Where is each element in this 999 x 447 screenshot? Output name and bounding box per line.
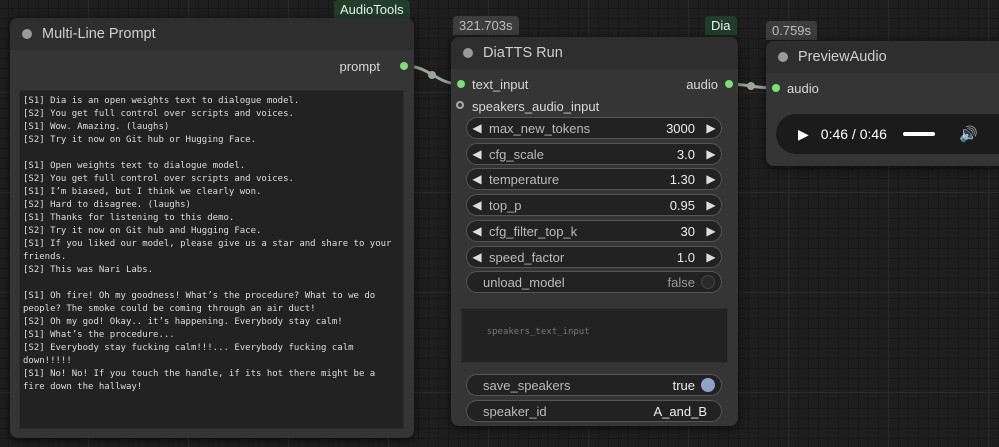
input-slot-text-input[interactable]	[457, 80, 465, 88]
widget-value: 1.30	[669, 171, 695, 187]
widget-label: speed_factor	[489, 249, 565, 265]
collapse-dot[interactable]	[22, 29, 32, 39]
collapse-dot[interactable]	[463, 48, 473, 58]
output-label-audio: audio	[686, 77, 718, 92]
audio-time: 0:46 / 0:46	[820, 126, 887, 142]
execution-time-badge: 321.703s	[453, 16, 519, 35]
decrement-arrow-icon[interactable]: ◀	[467, 172, 487, 186]
play-icon[interactable]: ▶	[798, 126, 809, 143]
multiline-prompt-node[interactable]: Multi-Line Prompt prompt [S1] Dia is an …	[10, 18, 414, 438]
increment-arrow-icon[interactable]: ▶	[701, 172, 721, 186]
node-header[interactable]: Multi-Line Prompt	[10, 18, 414, 50]
widget-label: speaker_id	[483, 403, 547, 419]
textarea-placeholder: speakers_text_input	[486, 327, 590, 337]
audio-player[interactable]: ▶ 0:46 / 0:46 🔊	[776, 114, 999, 154]
node-header[interactable]: PreviewAudio	[766, 41, 999, 73]
node-title: Multi-Line Prompt	[42, 26, 156, 42]
number-widget-cfg-filter-top-k[interactable]: ◀ cfg_filter_top_k 30 ▶	[466, 220, 722, 242]
speakers-text-input[interactable]: speakers_text_input	[461, 308, 728, 363]
output-slot-prompt[interactable]	[400, 62, 408, 70]
increment-arrow-icon[interactable]: ▶	[701, 224, 721, 238]
node-source-badge: Dia	[705, 16, 737, 35]
toggle-save-speakers[interactable]: save_speakers true	[466, 374, 722, 396]
collapse-dot[interactable]	[778, 52, 788, 62]
input-slot-speakers-audio[interactable]	[456, 101, 464, 109]
increment-arrow-icon[interactable]: ▶	[701, 250, 721, 264]
input-label-text-input: text_input	[472, 77, 529, 92]
link-midpoint	[428, 71, 436, 79]
volume-icon[interactable]: 🔊	[959, 125, 978, 143]
widget-value: 0.95	[669, 197, 695, 213]
widget-label: unload_model	[483, 274, 565, 290]
number-widget-top-p[interactable]: ◀ top_p 0.95 ▶	[466, 194, 722, 216]
decrement-arrow-icon[interactable]: ◀	[467, 250, 487, 264]
widget-label: cfg_scale	[489, 146, 544, 162]
decrement-arrow-icon[interactable]: ◀	[467, 121, 487, 135]
output-label-prompt: prompt	[339, 59, 380, 74]
node-source-badge: AudioTools	[334, 0, 410, 19]
toggle-on-icon	[701, 378, 715, 392]
widget-value: 3.0	[676, 146, 695, 162]
text-widget-speaker-id[interactable]: speaker_id A_and_B	[466, 400, 722, 422]
increment-arrow-icon[interactable]: ▶	[701, 147, 721, 161]
input-label-speakers-audio: speakers_audio_input	[472, 99, 600, 114]
increment-arrow-icon[interactable]: ▶	[701, 198, 721, 212]
decrement-arrow-icon[interactable]: ◀	[467, 147, 487, 161]
toggle-off-icon	[701, 275, 715, 289]
input-slot-audio[interactable]	[772, 84, 780, 92]
number-widget-speed-factor[interactable]: ◀ speed_factor 1.0 ▶	[466, 246, 722, 268]
input-label-audio: audio	[787, 81, 819, 96]
widget-label: save_speakers	[483, 377, 571, 393]
node-title: DiaTTS Run	[483, 45, 563, 61]
widget-value: 1.0	[676, 249, 695, 265]
decrement-arrow-icon[interactable]: ◀	[467, 198, 487, 212]
diatts-run-node[interactable]: DiaTTS Run text_input audio speakers_aud…	[451, 37, 738, 426]
audio-progress-bar[interactable]	[902, 132, 935, 136]
widget-value: 30	[680, 223, 695, 239]
node-header[interactable]: DiaTTS Run	[451, 37, 738, 69]
node-title: PreviewAudio	[798, 49, 887, 65]
number-widget-cfg-scale[interactable]: ◀ cfg_scale 3.0 ▶	[466, 143, 722, 165]
preview-audio-node[interactable]: PreviewAudio audio ▶ 0:46 / 0:46 🔊	[766, 41, 999, 166]
toggle-unload-model[interactable]: unload_model false	[466, 271, 722, 293]
widget-label: cfg_filter_top_k	[489, 223, 578, 239]
number-widget-temperature[interactable]: ◀ temperature 1.30 ▶	[466, 168, 722, 190]
widget-label: top_p	[489, 197, 522, 213]
prompt-textarea[interactable]: [S1] Dia is an open weights text to dial…	[19, 90, 404, 429]
widget-value: true	[672, 377, 695, 393]
link-midpoint	[747, 82, 755, 90]
number-widget-max-new-tokens[interactable]: ◀ max_new_tokens 3000 ▶	[466, 117, 722, 139]
widget-value: A_and_B	[653, 403, 708, 419]
widget-value: false	[667, 274, 695, 290]
increment-arrow-icon[interactable]: ▶	[701, 121, 721, 135]
widget-label: temperature	[489, 171, 560, 187]
widget-label: max_new_tokens	[489, 120, 591, 136]
widget-value: 3000	[666, 120, 695, 136]
decrement-arrow-icon[interactable]: ◀	[467, 224, 487, 238]
output-slot-audio[interactable]	[725, 80, 733, 88]
execution-time-badge: 0.759s	[766, 21, 818, 40]
